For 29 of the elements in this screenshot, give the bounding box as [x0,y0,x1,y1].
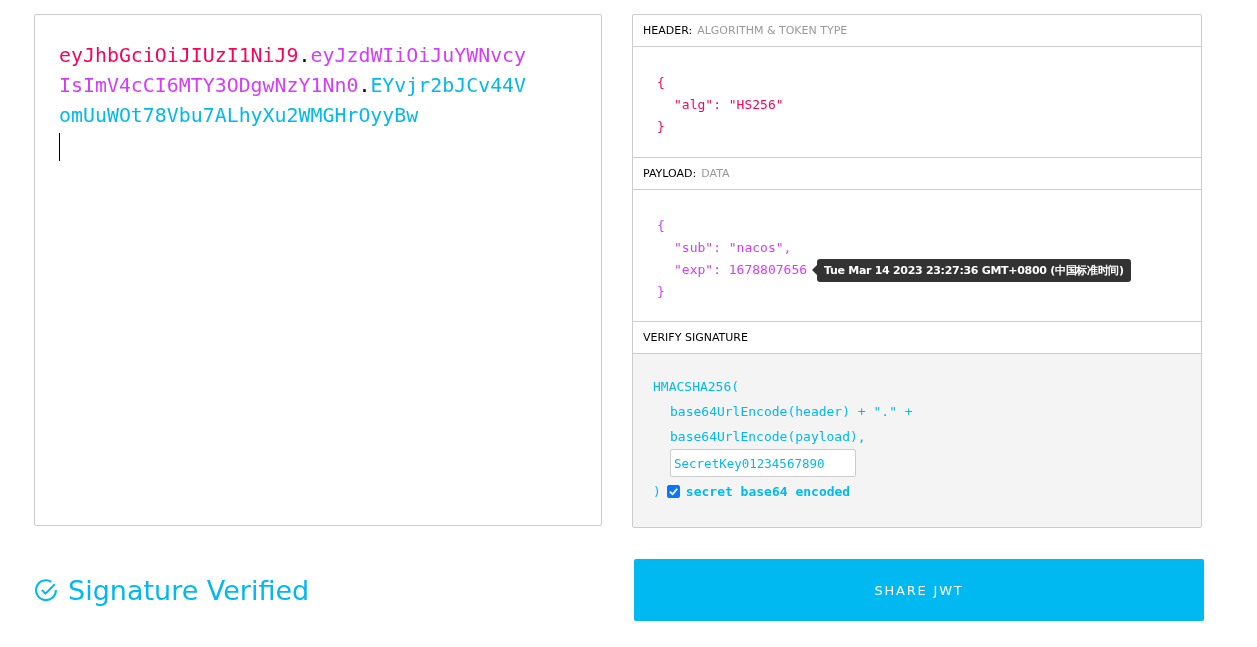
secret-input[interactable]: SecretKey01234567890 [670,449,856,477]
section-title: VERIFY SIGNATURE [643,331,748,344]
payload-editor[interactable]: { "sub": "nacos", "exp": 1678807656 Tue Mar 14 2023 23:27:36 GMT+0800 (中国标准时间) } [633,190,1201,322]
code-line: "exp": 1678807656 [674,261,808,279]
date-tooltip: Tue Mar 14 2023 23:27:36 GMT+0800 (中国标准时间) [817,258,1131,282]
check-circle-icon [34,577,59,603]
checkbox-label: secret base64 encoded [685,482,851,501]
encoded-panel[interactable]: eyJhbGciOiJIUzI1NiJ9.eyJzdWIiOiJuYWNvcyIsImV4cCI6MTY3ODgwNzY1Nn0.EYvjr2bJCv44VomUuWOt78Vbu7ALhyXu2WMGHrOyyBw [34,14,602,526]
tooltip-pointer [812,265,818,275]
section-title: PAYLOAD: [643,167,697,180]
code-line: } [657,283,665,301]
code-line: ) [653,482,661,501]
share-button[interactable]: SHARE JWT [634,559,1204,621]
code-line: { [657,74,666,92]
code-line: base64UrlEncode(header) + "." + [670,403,914,421]
checkbox[interactable] [666,484,680,498]
code-line: { [657,217,665,235]
code-line: "alg": "HS256" [674,96,785,114]
encoded-token: eyJhbGciOiJIUzI1NiJ9.eyJzdWIiOiJuYWNvcyIsImV4cCI6MTY3ODgwNzY1Nn0.EYvjr2bJCv44VomUuWOt78Vbu7ALhyXu2WMGHrOyyBw [59,43,528,129]
code-line: "sub": "nacos", [674,239,792,257]
header-editor[interactable]: { "alg": "HS256" } [633,47,1201,158]
status-text: Signature Verified [68,574,310,606]
code-line: } [657,118,666,136]
section-subtitle: ALGORITHM & TOKEN TYPE [697,24,848,37]
section-subtitle: DATA [701,167,730,180]
code-line: HMACSHA256( [653,378,741,396]
code-line: base64UrlEncode(payload), [670,428,867,446]
section-title: HEADER: [643,24,693,37]
text-cursor [59,133,60,161]
